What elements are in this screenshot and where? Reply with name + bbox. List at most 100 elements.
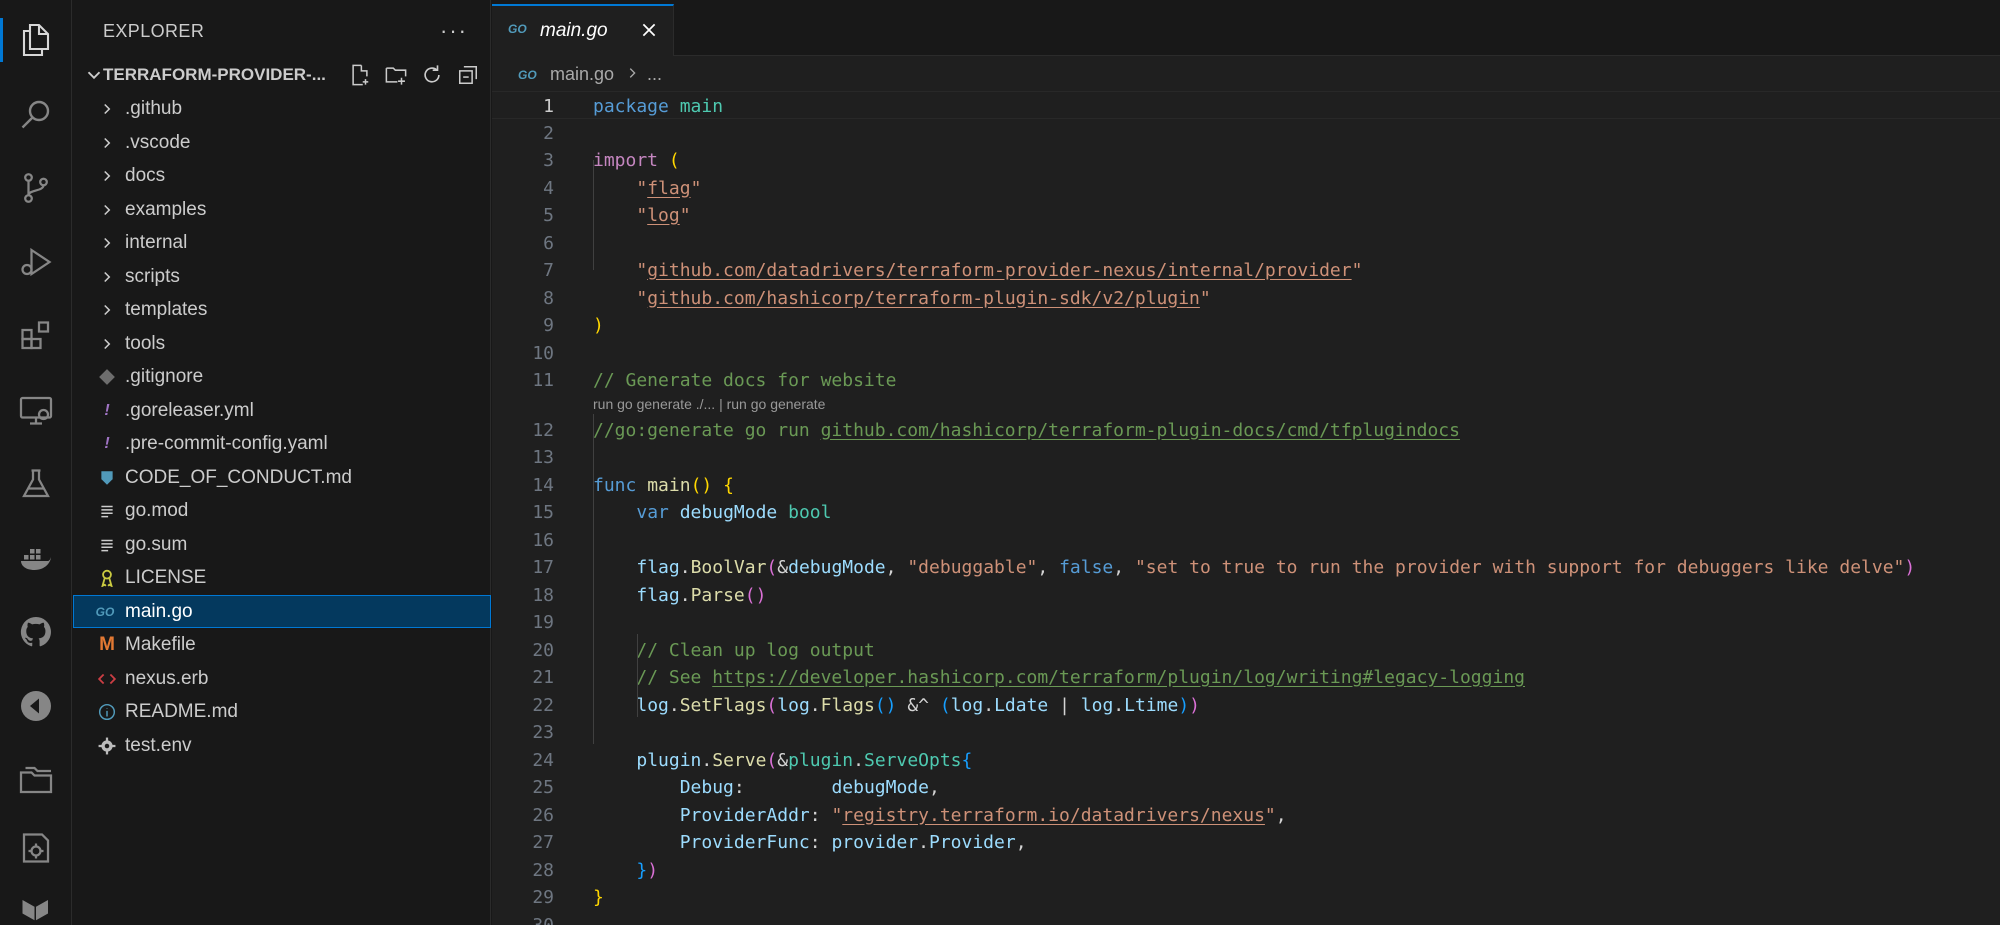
codelens[interactable]: run go generate ./... | run go generate bbox=[492, 394, 2000, 416]
collapse-all-icon[interactable] bbox=[455, 62, 481, 88]
tree-item-templates[interactable]: templates bbox=[73, 293, 491, 327]
line-number: 10 bbox=[532, 342, 554, 364]
tree-item-pre-commit[interactable]: ! .pre-commit-config.yaml bbox=[73, 427, 491, 461]
search-icon[interactable] bbox=[0, 86, 72, 142]
terraform-icon[interactable] bbox=[0, 884, 72, 925]
source-control-icon[interactable] bbox=[0, 160, 72, 216]
docker-icon[interactable] bbox=[0, 530, 72, 586]
breadcrumb-file[interactable]: main.go bbox=[550, 64, 614, 85]
code-line: 5 "log" bbox=[492, 201, 2000, 229]
makefile-icon: M bbox=[99, 634, 115, 655]
code-line: 28 }) bbox=[492, 856, 2000, 884]
tab-main-go[interactable]: GO main.go bbox=[492, 4, 674, 56]
close-icon[interactable] bbox=[639, 20, 659, 40]
settings-sync-icon[interactable] bbox=[0, 820, 72, 876]
tree-item-main-go[interactable]: GO main.go bbox=[73, 594, 491, 628]
code-line: 18 flag.Parse() bbox=[492, 581, 2000, 609]
code-line: 12//go:generate go run github.com/hashic… bbox=[492, 416, 2000, 444]
gitlens-icon[interactable] bbox=[0, 678, 72, 734]
code-line: 7 "github.com/datadrivers/terraform-prov… bbox=[492, 256, 2000, 284]
tree-item-label: .github bbox=[125, 98, 183, 119]
go-icon: GO bbox=[518, 68, 537, 82]
chevron-right-icon bbox=[97, 99, 117, 119]
new-folder-icon[interactable] bbox=[383, 62, 409, 88]
codelens-text[interactable]: run go generate ./... | run go generate bbox=[593, 396, 825, 412]
explorer-title: EXPLORER bbox=[103, 20, 205, 41]
line-number: 29 bbox=[532, 887, 554, 908]
github-icon[interactable] bbox=[0, 604, 72, 660]
yaml-icon: ! bbox=[104, 401, 110, 419]
code-line: 4 "flag" bbox=[492, 174, 2000, 202]
tree-item-nexus-erb[interactable]: nexus.erb bbox=[73, 662, 491, 696]
line-number: 25 bbox=[532, 777, 554, 798]
tab-label: main.go bbox=[540, 20, 608, 41]
tree-item-go-sum[interactable]: go.sum bbox=[73, 528, 491, 562]
run-debug-icon[interactable] bbox=[0, 234, 72, 290]
tree-item-docs[interactable]: docs bbox=[73, 159, 491, 193]
line-number: 28 bbox=[532, 859, 554, 881]
chevron-right-icon bbox=[97, 200, 117, 220]
tree-item-gitignore[interactable]: .gitignore bbox=[73, 360, 491, 394]
tree-item-label: .pre-commit-config.yaml bbox=[125, 433, 328, 454]
line-number: 4 bbox=[543, 177, 554, 199]
explorer-sidebar: EXPLORER ··· TERRAFORM-PROVIDER-... .git… bbox=[73, 0, 491, 925]
new-file-icon[interactable] bbox=[347, 62, 373, 88]
refresh-icon[interactable] bbox=[419, 62, 445, 88]
code-line: 10 bbox=[492, 339, 2000, 367]
tree-item-label: main.go bbox=[125, 600, 193, 622]
code-line: 26 ProviderAddr: "registry.terraform.io/… bbox=[492, 801, 2000, 829]
line-number: 22 bbox=[532, 694, 554, 716]
tree-item-code-of-conduct[interactable]: CODE_OF_CONDUCT.md bbox=[73, 461, 491, 495]
breadcrumb-symbols[interactable]: ... bbox=[647, 64, 662, 85]
tree-item-label: templates bbox=[125, 299, 208, 320]
chevron-right-icon bbox=[97, 300, 117, 320]
code-line: 8 "github.com/hashicorp/terraform-plugin… bbox=[492, 284, 2000, 312]
tree-item-tools[interactable]: tools bbox=[73, 327, 491, 361]
tree-item-examples[interactable]: examples bbox=[73, 193, 491, 227]
extensions-icon[interactable] bbox=[0, 308, 72, 364]
indent-guide bbox=[637, 634, 638, 717]
tree-item-test-env[interactable]: test.env bbox=[73, 729, 491, 763]
line-number: 5 bbox=[543, 205, 554, 226]
activity-bar bbox=[0, 0, 72, 925]
tree-item-github[interactable]: .github bbox=[73, 92, 491, 126]
line-number: 7 bbox=[543, 260, 554, 281]
line-number: 11 bbox=[532, 370, 554, 391]
code-line: 25 Debug: debugMode, bbox=[492, 773, 2000, 801]
folders-icon[interactable] bbox=[0, 752, 72, 808]
tab-bar: GO main.go bbox=[492, 0, 2000, 56]
remote-explorer-icon[interactable] bbox=[0, 382, 72, 438]
tree-item-label: scripts bbox=[125, 265, 180, 287]
line-number: 26 bbox=[532, 804, 554, 826]
code-line: 27 ProviderFunc: provider.Provider, bbox=[492, 828, 2000, 856]
chevron-right-icon bbox=[97, 133, 117, 153]
code-line: 3 import ( bbox=[492, 146, 2000, 174]
tree-item-license[interactable]: LICENSE bbox=[73, 561, 491, 595]
explorer-icon[interactable] bbox=[0, 12, 72, 68]
more-actions-icon[interactable]: ··· bbox=[440, 18, 468, 44]
tree-item-scripts[interactable]: scripts bbox=[73, 260, 491, 294]
workspace-section-header[interactable]: TERRAFORM-PROVIDER-... bbox=[73, 58, 491, 92]
license-icon bbox=[97, 568, 117, 588]
testing-icon[interactable] bbox=[0, 456, 72, 512]
tree-item-label: examples bbox=[125, 198, 207, 220]
tree-item-vscode[interactable]: .vscode bbox=[73, 126, 491, 160]
tree-item-go-mod[interactable]: go.mod bbox=[73, 494, 491, 528]
tree-item-label: CODE_OF_CONDUCT.md bbox=[125, 466, 352, 488]
lines-icon bbox=[97, 501, 117, 521]
code-editor[interactable]: 1 package main 2 3 import ( 4 "flag" 5 "lo… bbox=[492, 91, 2000, 925]
code-line: 1 package main bbox=[492, 91, 2000, 119]
info-icon bbox=[97, 702, 117, 722]
tree-item-makefile[interactable]: M Makefile bbox=[73, 628, 491, 662]
tree-item-label: internal bbox=[125, 232, 188, 253]
workspace-title: TERRAFORM-PROVIDER-... bbox=[103, 65, 326, 84]
tree-item-readme[interactable]: README.md bbox=[73, 695, 491, 729]
tree-item-label: LICENSE bbox=[125, 567, 207, 588]
tree-item-label: docs bbox=[125, 165, 166, 186]
tree-item-goreleaser[interactable]: ! .goreleaser.yml bbox=[73, 394, 491, 428]
file-tree: .github .vscode docs examples internal s… bbox=[73, 92, 491, 762]
tree-item-internal[interactable]: internal bbox=[73, 226, 491, 260]
tree-item-label: .gitignore bbox=[125, 366, 204, 387]
line-number: 9 bbox=[543, 315, 554, 336]
line-number: 14 bbox=[532, 474, 554, 496]
